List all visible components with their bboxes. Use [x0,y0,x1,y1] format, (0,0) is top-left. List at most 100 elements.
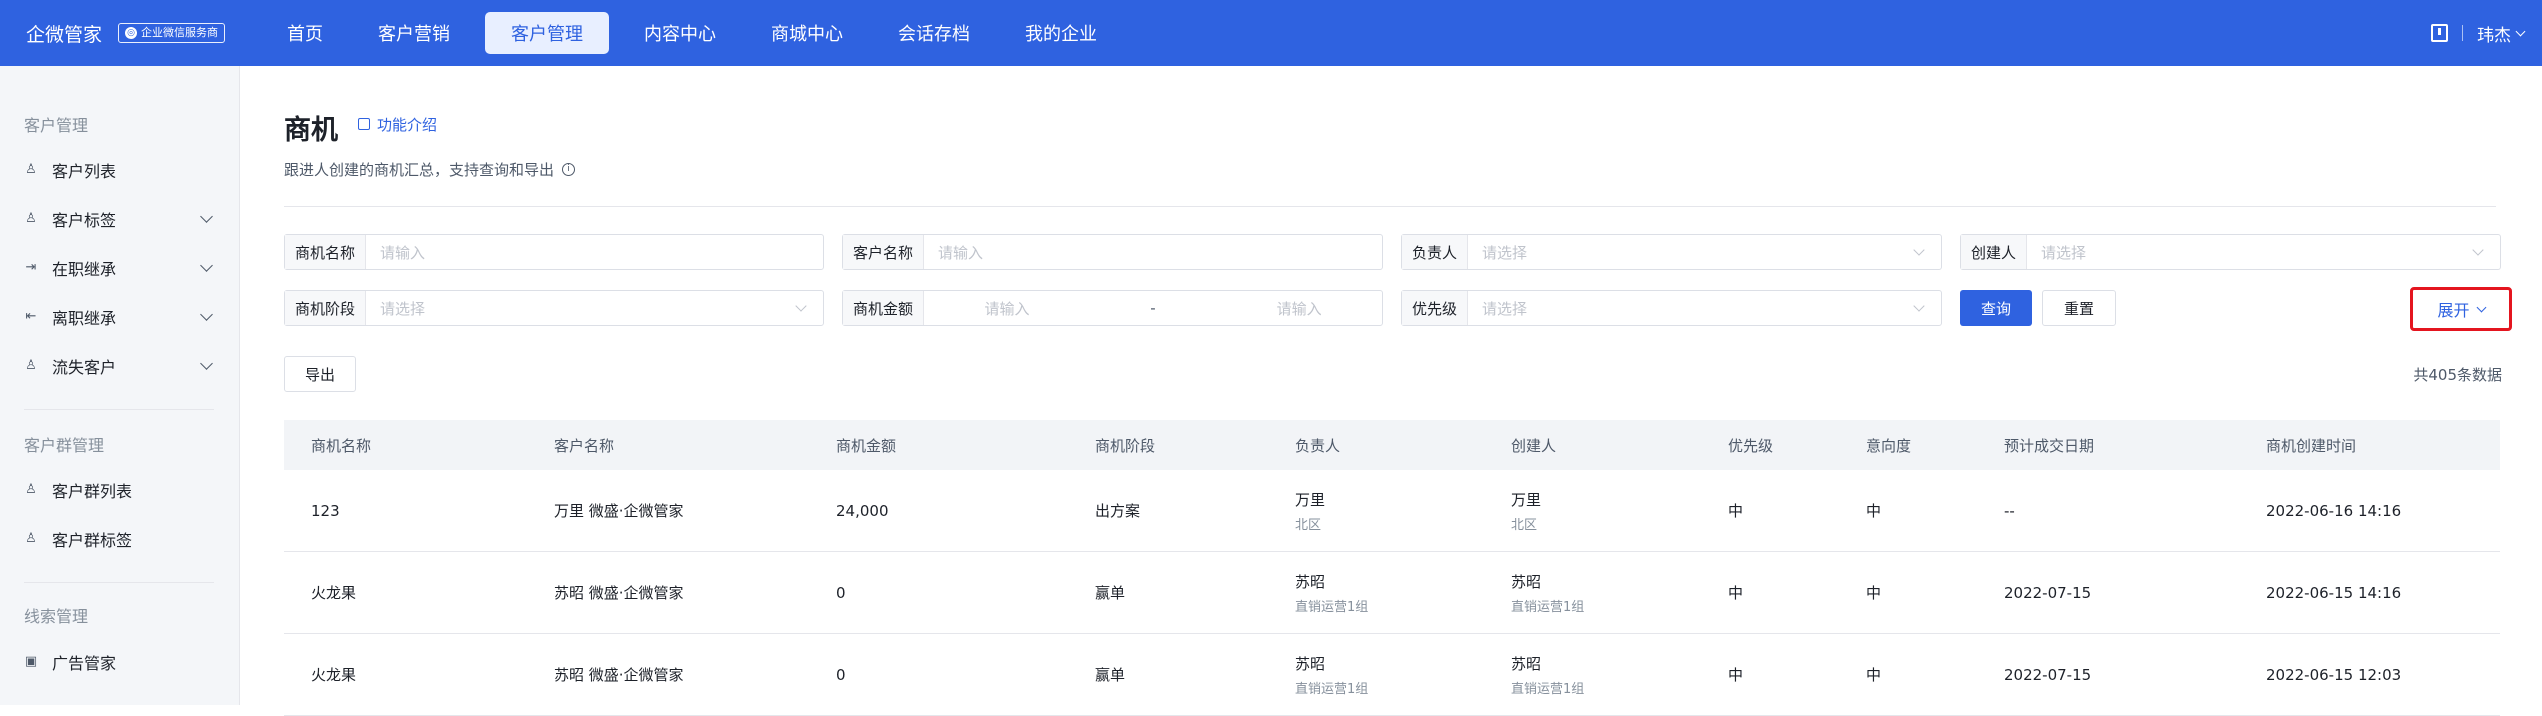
export-button[interactable]: 导出 [284,356,356,392]
filter-owner[interactable]: 负责人 请选择 [1401,234,1942,270]
filter-customer-name[interactable]: 客户名称 请输入 [842,234,1383,270]
query-button[interactable]: 查询 [1960,290,2032,326]
cell-customer-name: 苏昭 微盛·企微管家 [554,666,684,684]
sidebar-item-label: 客户群标签 [52,531,133,550]
filter-label: 商机阶段 [285,291,367,325]
creator-department: 直销运营1组 [1511,599,1585,615]
user-menu[interactable]: 玮杰 [2477,21,2526,46]
info-icon[interactable]: i [562,162,576,176]
owner-select[interactable]: 请选择 [1468,242,1915,263]
sidebar-item-label: 广告管家 [52,654,117,673]
column-header: 商机阶段 [1095,436,1156,455]
filter-label: 创建人 [1961,235,2028,269]
sidebar-group-customer-groups: 客户群管理 [24,436,105,455]
chevron-down-icon [2515,26,2526,36]
cell-owner: 苏昭 直销运营1组 [1295,552,1368,633]
page-subtitle-text: 跟进人创建的商机汇总，支持查询和导出 [284,160,555,179]
sidebar-item-label: 客户列表 [52,162,117,181]
column-header: 优先级 [1728,436,1774,455]
nav-content-center[interactable]: 内容中心 [624,12,736,54]
table-row[interactable]: 123 万里 微盛·企微管家 24,000 出方案 万里 北区 万里 北区 中 … [284,470,2500,552]
help-book-icon[interactable] [2431,24,2448,42]
user-name: 玮杰 [2477,25,2511,46]
owner-name: 苏昭 [1295,654,1326,673]
chevron-down-icon [200,308,213,321]
cell-amount: 0 [836,665,846,684]
ad-icon: ▣ [24,654,38,669]
main-content: 商机 功能介绍 跟进人创建的商机汇总，支持查询和导出 i 商机名称 请输入 客户… [240,66,2542,716]
opportunity-name-input[interactable]: 请输入 [366,242,823,263]
sidebar-item-lost-customers[interactable]: ♙ 流失客户 [0,344,239,388]
filter-opportunity-name[interactable]: 商机名称 请输入 [284,234,824,270]
sidebar-item-active-inheritance[interactable]: ⇥ 在职继承 [0,246,239,290]
brand-badge-text: 企业微信服务商 [141,26,219,39]
nav-home[interactable]: 首页 [267,12,343,54]
group-tag-icon: ♙ [25,531,37,546]
expand-filters-button[interactable]: 展开 [2410,287,2512,331]
filter-label: 负责人 [1402,235,1469,269]
brand-name: 企微管家 [26,23,103,46]
top-navigation-bar: 企微管家 ◎ 企业微信服务商 首页 客户营销 客户管理 内容中心 商城中心 会话… [0,0,2542,66]
transfer-out-icon: ⇤ [25,309,37,324]
cell-intent: 中 [1866,666,1882,684]
sidebar-item-label: 客户群列表 [52,482,133,501]
group-icon: ♙ [25,482,37,497]
chevron-down-icon [200,357,213,370]
brand-badge: ◎ 企业微信服务商 [118,23,226,43]
column-header: 商机金额 [836,436,897,455]
filter-creator[interactable]: 创建人 请选择 [1960,234,2501,270]
nav-my-company[interactable]: 我的企业 [1005,12,1117,54]
sidebar-item-customer-list[interactable]: ♙ 客户列表 [0,148,239,192]
column-header: 预计成交日期 [2004,436,2095,455]
sidebar-item-customer-tags[interactable]: ♙ 客户标签 [0,197,239,241]
range-separator: - [1150,299,1156,317]
chevron-down-icon [1913,300,1925,312]
cell-priority: 中 [1728,666,1744,684]
filter-priority[interactable]: 优先级 请选择 [1401,290,1942,326]
amount-min-input[interactable]: 请输入 [984,298,1029,319]
stage-select[interactable]: 请选择 [366,298,797,319]
page-subtitle: 跟进人创建的商机汇总，支持查询和导出 i [284,158,576,180]
chevron-down-icon [2476,302,2486,312]
table-row[interactable]: 火龙果 苏昭 微盛·企微管家 0 赢单 苏昭 直销运营1组 苏昭 直销运营1组 … [284,552,2500,634]
filter-opportunity-amount[interactable]: 商机金额 请输入 - 请输入 [842,290,1383,326]
cell-opportunity-name: 火龙果 [311,666,357,684]
sidebar-item-resigned-inheritance[interactable]: ⇤ 离职继承 [0,295,239,339]
owner-name: 万里 [1295,490,1326,509]
nav-customer-management[interactable]: 客户管理 [485,12,609,54]
sidebar-group-customer-management: 客户管理 [24,116,89,135]
creator-department: 北区 [1511,517,1538,533]
customer-name-input[interactable]: 请输入 [924,242,1382,263]
nav-mall-center[interactable]: 商城中心 [751,12,863,54]
chevron-down-icon [795,300,807,312]
column-header: 意向度 [1866,436,1912,455]
nav-customer-marketing[interactable]: 客户营销 [358,12,470,54]
table-row[interactable]: 火龙果 苏昭 微盛·企微管家 0 赢单 苏昭 直销运营1组 苏昭 直销运营1组 … [284,634,2500,716]
feature-intro-link[interactable]: 功能介绍 [358,114,437,134]
column-header: 负责人 [1295,436,1341,455]
cell-created-at: 2022-06-15 12:03 [2266,665,2402,684]
sidebar-item-label: 在职继承 [52,260,117,279]
page-title: 商机 [284,115,338,146]
owner-department: 直销运营1组 [1295,599,1369,615]
column-header: 商机创建时间 [2266,436,2357,455]
chevron-down-icon [200,259,213,272]
creator-select[interactable]: 请选择 [2027,242,2474,263]
sidebar-item-label: 客户标签 [52,211,117,230]
cell-expected-date: -- [2004,501,2015,520]
filter-opportunity-stage[interactable]: 商机阶段 请选择 [284,290,824,326]
amount-max-input[interactable]: 请输入 [1277,298,1322,319]
creator-name: 苏昭 [1511,654,1542,673]
brand[interactable]: 企微管家 ◎ 企业微信服务商 [26,18,226,48]
nav-session-archive[interactable]: 会话存档 [878,12,990,54]
transfer-in-icon: ⇥ [25,260,37,275]
user-lost-icon: ♙ [25,358,37,373]
sidebar-item-group-list[interactable]: ♙ 客户群列表 [0,468,239,512]
sidebar-item-ad-manager[interactable]: ▣ 广告管家 [0,640,239,684]
user-tag-icon: ♙ [25,211,37,226]
cell-intent: 中 [1866,502,1882,520]
priority-select[interactable]: 请选择 [1468,298,1915,319]
creator-name: 苏昭 [1511,572,1542,591]
sidebar-item-group-tags[interactable]: ♙ 客户群标签 [0,517,239,561]
reset-button[interactable]: 重置 [2042,290,2116,326]
